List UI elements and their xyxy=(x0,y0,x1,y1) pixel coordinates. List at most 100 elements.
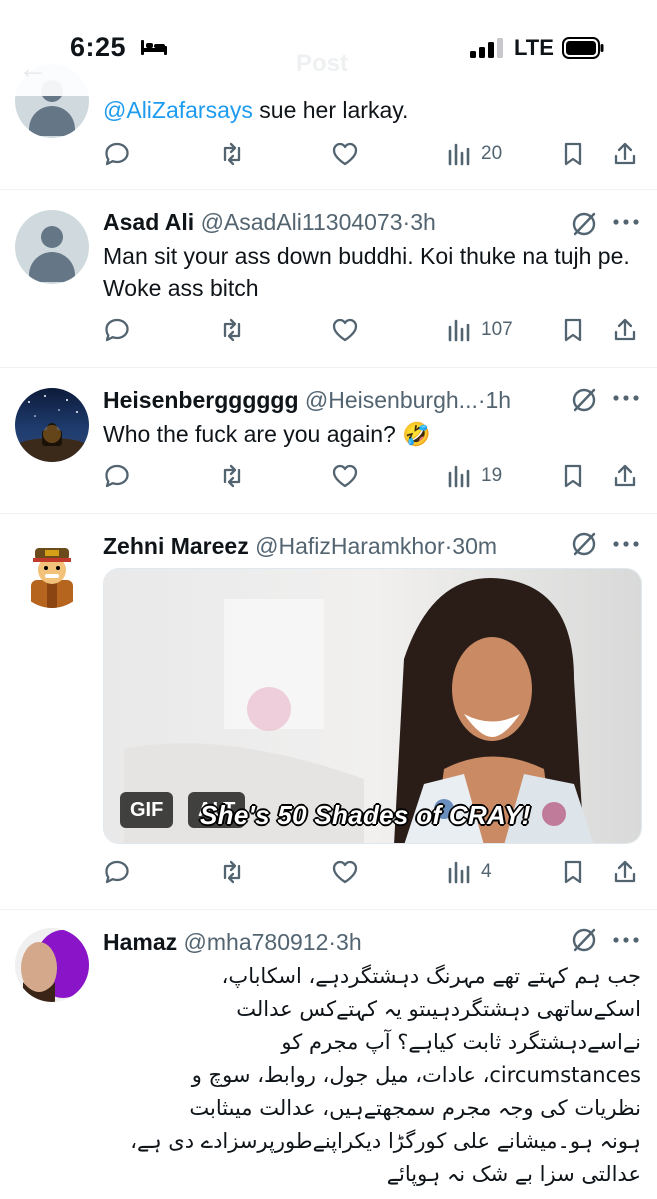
views-chart-icon xyxy=(448,319,470,342)
header-title: Post xyxy=(296,50,349,77)
views-button[interactable]: 107 xyxy=(445,310,513,350)
bookmark-button[interactable] xyxy=(559,134,587,174)
views-count: 20 xyxy=(481,143,503,164)
avatar-shoulders-shape xyxy=(29,106,75,136)
display-name[interactable]: Hamaz xyxy=(103,929,177,955)
views-button[interactable]: 4 xyxy=(445,852,492,892)
share-button[interactable] xyxy=(611,852,639,892)
network-label: LTE xyxy=(514,35,554,60)
tweet-card[interactable]: Asad Ali @AsadAli11304073·3h Man sit you… xyxy=(0,190,657,368)
grok-icon[interactable] xyxy=(570,210,598,238)
post-time[interactable]: ·1h xyxy=(478,387,511,413)
reply-button[interactable] xyxy=(103,456,131,496)
views-chart-icon xyxy=(448,143,470,166)
views-count: 19 xyxy=(481,465,503,486)
display-name[interactable]: Asad Ali xyxy=(103,209,194,235)
user-handle[interactable]: @mha780912 xyxy=(184,929,329,955)
share-button[interactable] xyxy=(611,310,639,350)
tweet-actions: 20 xyxy=(0,134,657,174)
reply-icon xyxy=(105,464,129,488)
avatar-photo-image xyxy=(15,928,89,1002)
views-chart-icon xyxy=(448,465,470,488)
grok-icon[interactable] xyxy=(570,926,598,954)
avatar[interactable] xyxy=(15,210,89,284)
views-count: 107 xyxy=(481,319,513,340)
reply-button[interactable] xyxy=(103,134,131,174)
display-name[interactable]: Heisenbergggggg xyxy=(103,387,299,413)
tweet-text-body: sue her larkay. xyxy=(252,97,409,123)
views-button[interactable]: 20 xyxy=(445,134,502,174)
views-chart-icon xyxy=(448,861,470,884)
more-options-icon[interactable] xyxy=(612,394,640,402)
more-options-icon[interactable] xyxy=(612,540,640,548)
post-time[interactable]: ·3h xyxy=(403,209,436,235)
bookmark-icon xyxy=(564,142,582,166)
tweet-text: Who the fuck are you again? 🤣 xyxy=(103,421,431,447)
bookmark-icon xyxy=(564,464,582,488)
post-time[interactable]: ·3h xyxy=(328,929,361,955)
heart-icon xyxy=(332,464,358,488)
tweet-text: جب ہم کہتے تھے مہرنگ دہشتگردہے، اسکاباپ،… xyxy=(103,960,641,1191)
tweet-text: @AliZafarsays sue her larkay. xyxy=(103,94,643,126)
back-arrow-icon[interactable]: ← xyxy=(18,52,48,86)
battery-icon xyxy=(562,37,604,59)
retweet-button[interactable] xyxy=(218,852,246,892)
post-time[interactable]: ·30m xyxy=(445,533,497,559)
user-handle[interactable]: @AsadAli11304073 xyxy=(201,209,403,235)
bookmark-button[interactable] xyxy=(559,456,587,496)
status-time: 6:25 xyxy=(70,32,127,62)
tweet-text-line: اسکےساتھی دہشتگردہیںتو یہ کہتےکس عدالت xyxy=(236,997,641,1021)
tweet-text-line: نےاسےدہشتگرد ثابت کیاہے؟ آپ مجرم کو xyxy=(281,1030,641,1054)
retweet-button[interactable] xyxy=(218,310,246,350)
tweet-actions: 107 xyxy=(0,310,657,350)
user-handle[interactable]: @HafizHaramkhor xyxy=(255,533,445,559)
tweet-text-line: ہونہ ہو۔میشانے علی کورگڑا دیکراپنےطورپرس… xyxy=(130,1129,641,1153)
like-button[interactable] xyxy=(331,310,359,350)
views-count: 4 xyxy=(481,861,492,882)
avatar[interactable] xyxy=(15,388,89,462)
like-button[interactable] xyxy=(331,456,359,496)
share-icon xyxy=(614,464,636,487)
gif-caption: She's 50 Shades of CRAY! xyxy=(200,800,531,830)
reply-icon xyxy=(105,142,129,166)
grok-icon[interactable] xyxy=(570,386,598,414)
tweet-header: Hamaz @mha780912·3h xyxy=(103,928,362,956)
like-button[interactable] xyxy=(331,852,359,892)
tweet-header: Heisenbergggggg @Heisenburgh...·1h xyxy=(103,386,511,414)
status-bar: ← Post 6:25 LTE xyxy=(0,0,657,96)
tweet-header: Zehni Mareez @HafizHaramkhor·30m xyxy=(103,532,497,560)
retweet-button[interactable] xyxy=(218,134,246,174)
share-icon xyxy=(614,318,636,341)
share-icon xyxy=(614,142,636,165)
views-button[interactable]: 19 xyxy=(445,456,502,496)
reply-icon xyxy=(105,318,129,342)
retweet-icon xyxy=(223,860,241,884)
tweet-text-line: عدالتی سزا بے شک نہ ہوپائے xyxy=(386,1162,641,1186)
bookmark-icon xyxy=(564,318,582,342)
reply-button[interactable] xyxy=(103,852,131,892)
bed-icon xyxy=(141,40,167,55)
tweet-text-line: نظریات کی وجہ مجرم سمجھتےہیں، عدالت میںث… xyxy=(189,1096,641,1120)
tweet-actions: 19 xyxy=(0,456,657,496)
more-options-icon[interactable] xyxy=(612,936,640,944)
tweet-card[interactable]: Heisenbergggggg @Heisenburgh...·1h Who t… xyxy=(0,368,657,514)
more-options-icon[interactable] xyxy=(612,218,640,226)
tweet-text: Man sit your ass down buddhi. Koi thuke … xyxy=(103,243,630,301)
share-icon xyxy=(614,860,636,883)
share-button[interactable] xyxy=(611,134,639,174)
bookmark-button[interactable] xyxy=(559,852,587,892)
grok-icon[interactable] xyxy=(570,530,598,558)
share-button[interactable] xyxy=(611,456,639,496)
retweet-button[interactable] xyxy=(218,456,246,496)
avatar[interactable] xyxy=(15,928,89,1002)
signal-bars-icon xyxy=(470,38,503,58)
reply-button[interactable] xyxy=(103,310,131,350)
like-button[interactable] xyxy=(331,134,359,174)
mention-link[interactable]: @AliZafarsays xyxy=(103,97,253,123)
display-name[interactable]: Zehni Mareez xyxy=(103,533,249,559)
user-handle[interactable]: @Heisenburgh... xyxy=(305,387,478,413)
avatar[interactable] xyxy=(15,534,89,608)
bookmark-button[interactable] xyxy=(559,310,587,350)
tweet-text-line: circumstances، عادات، میل جول، روابط، سو… xyxy=(191,1063,641,1087)
retweet-icon xyxy=(223,318,241,342)
